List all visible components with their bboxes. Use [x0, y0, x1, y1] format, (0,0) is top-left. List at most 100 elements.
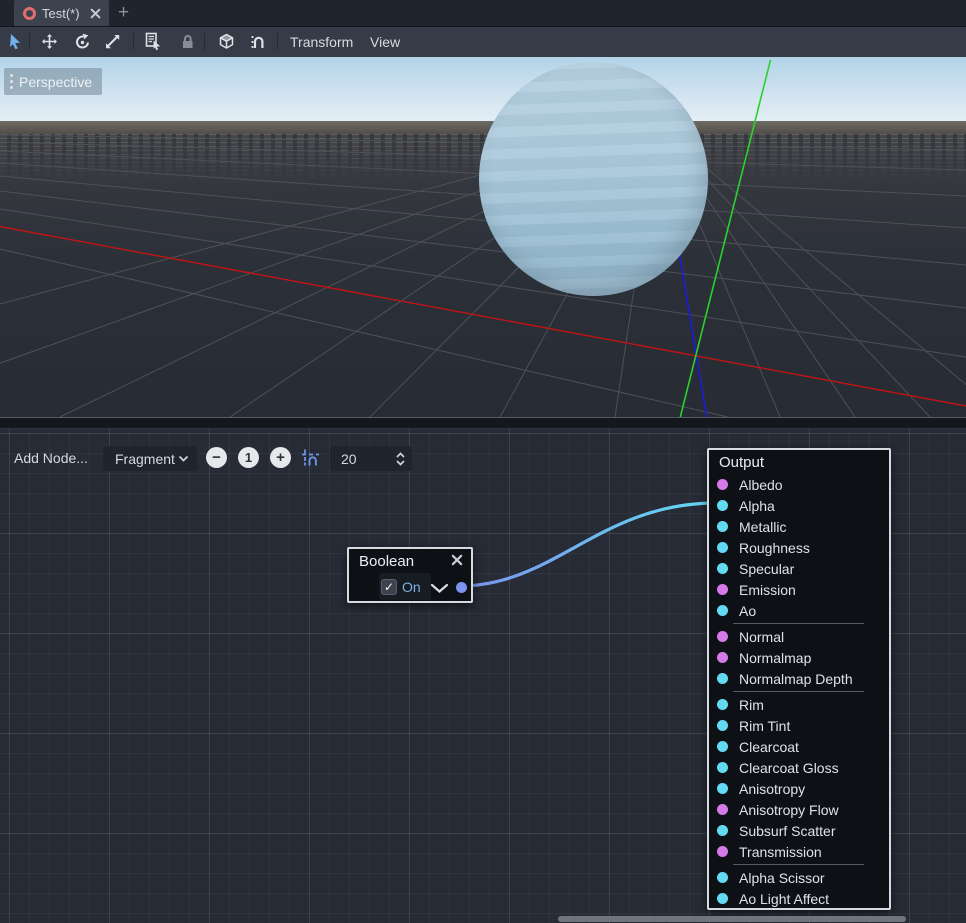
perspective-label: Perspective — [19, 74, 92, 90]
port-label: Ao — [739, 603, 756, 619]
shader-resource-icon — [23, 7, 36, 20]
port-albedo-icon[interactable] — [717, 479, 728, 490]
toolbar-separator — [277, 33, 278, 50]
rotate-tool-button[interactable] — [72, 31, 92, 51]
port-row: Albedo — [709, 474, 889, 495]
output-node[interactable]: Output Albedo Alpha Metallic Roughness Specu… — [707, 448, 891, 910]
port-row: Anisotropy — [709, 778, 889, 799]
node-close-icon[interactable] — [451, 553, 463, 570]
expand-chevron-icon[interactable] — [430, 581, 449, 599]
port-alpha-icon[interactable] — [717, 500, 728, 511]
boolean-value-label: On — [402, 579, 421, 595]
tab-close-icon[interactable] — [90, 8, 101, 19]
port-label: Specular — [739, 561, 794, 577]
port-row: Emission — [709, 579, 889, 600]
view-menu[interactable]: View — [370, 27, 400, 57]
select-tool-button[interactable] — [5, 31, 25, 51]
tab-test[interactable]: Test(*) — [14, 0, 109, 26]
port-row: Roughness — [709, 537, 889, 558]
group-cube-button[interactable] — [216, 31, 236, 51]
port-label: Emission — [739, 582, 796, 598]
port-metallic-icon[interactable] — [717, 521, 728, 532]
port-row: Normalmap — [709, 647, 889, 668]
port-emission-icon[interactable] — [717, 584, 728, 595]
output-ports: Albedo Alpha Metallic Roughness Specular Emis… — [709, 474, 889, 909]
port-ao-light-affect-icon[interactable] — [717, 893, 728, 904]
port-label: Anisotropy Flow — [739, 802, 839, 818]
port-label: Transmission — [739, 844, 822, 860]
port-label: Ao Light Affect — [739, 891, 829, 907]
viewport-3d[interactable]: Perspective — [0, 57, 966, 417]
snap-magnet-button[interactable] — [248, 31, 268, 51]
drag-handle-icon — [10, 74, 13, 89]
x-axis-line — [0, 227, 966, 407]
port-anisotropy-icon[interactable] — [717, 783, 728, 794]
port-label: Alpha — [739, 498, 775, 514]
boolean-node[interactable]: Boolean ✓ On — [347, 547, 473, 603]
port-row: Clearcoat Gloss — [709, 757, 889, 778]
horizontal-scrollbar[interactable] — [558, 916, 906, 922]
port-normal-icon[interactable] — [717, 631, 728, 642]
port-row: Specular — [709, 558, 889, 579]
output-node-title: Output — [719, 454, 764, 471]
spatial-toolbar: Transform View — [0, 27, 966, 58]
port-roughness-icon[interactable] — [717, 542, 728, 553]
port-row: Anisotropy Flow — [709, 799, 889, 820]
port-clearcoat-icon[interactable] — [717, 741, 728, 752]
port-label: Subsurf Scatter — [739, 823, 836, 839]
y-axis-line — [680, 60, 770, 417]
port-row: Rim Tint — [709, 715, 889, 736]
scene-tab-bar: Test(*) + — [0, 0, 966, 27]
new-tab-button[interactable]: + — [109, 0, 139, 26]
grid-and-axes — [0, 57, 966, 417]
port-anisotropy-flow-icon[interactable] — [717, 804, 728, 815]
toolbar-separator — [29, 33, 30, 50]
port-normalmap-icon[interactable] — [717, 652, 728, 663]
port-label: Rim Tint — [739, 718, 790, 734]
boolean-output-port[interactable] — [456, 582, 467, 593]
port-ao-icon[interactable] — [717, 605, 728, 616]
port-row: Ao — [709, 600, 889, 621]
port-normalmap-depth-icon[interactable] — [717, 673, 728, 684]
port-row: Metallic — [709, 516, 889, 537]
boolean-value-box: ✓ On — [379, 573, 431, 600]
port-label: Metallic — [739, 519, 786, 535]
port-specular-icon[interactable] — [717, 563, 728, 574]
port-row: Clearcoat — [709, 736, 889, 757]
port-row: Alpha Scissor — [709, 867, 889, 888]
port-alpha-scissor-icon[interactable] — [717, 872, 728, 883]
godot-editor-window: Test(*) + — [0, 0, 966, 923]
port-label: Alpha Scissor — [739, 870, 825, 886]
port-label: Clearcoat Gloss — [739, 760, 839, 776]
port-transmission-icon[interactable] — [717, 846, 728, 857]
port-row: Alpha — [709, 495, 889, 516]
port-label: Rim — [739, 697, 764, 713]
transform-menu[interactable]: Transform — [290, 27, 353, 57]
port-subsurf-scatter-icon[interactable] — [717, 825, 728, 836]
scale-tool-button[interactable] — [102, 31, 122, 51]
shader-graph-panel[interactable]: Add Node... Fragment − 1 + 20 Boo — [0, 429, 966, 923]
lock-icon[interactable] — [177, 31, 197, 51]
port-label: Anisotropy — [739, 781, 805, 797]
port-row: Subsurf Scatter — [709, 820, 889, 841]
toolbar-separator — [204, 33, 205, 50]
boolean-node-title: Boolean — [359, 553, 414, 570]
toolbar-separator — [133, 33, 134, 50]
panel-splitter[interactable] — [0, 417, 966, 429]
perspective-button[interactable]: Perspective — [4, 68, 102, 95]
port-rim-tint-icon[interactable] — [717, 720, 728, 731]
port-row: Normal — [709, 626, 889, 647]
port-label: Clearcoat — [739, 739, 799, 755]
port-clearcoat-gloss-icon[interactable] — [717, 762, 728, 773]
move-tool-button[interactable] — [39, 31, 59, 51]
port-row: Rim — [709, 694, 889, 715]
port-rim-icon[interactable] — [717, 699, 728, 710]
list-select-tool-button[interactable] — [143, 31, 163, 51]
port-label: Albedo — [739, 477, 783, 493]
port-label: Normalmap — [739, 650, 811, 666]
boolean-checkbox[interactable]: ✓ — [381, 579, 397, 595]
port-label: Normal — [739, 629, 784, 645]
port-row: Normalmap Depth — [709, 668, 889, 689]
sphere-mesh[interactable] — [479, 62, 708, 296]
port-row: Transmission — [709, 841, 889, 862]
